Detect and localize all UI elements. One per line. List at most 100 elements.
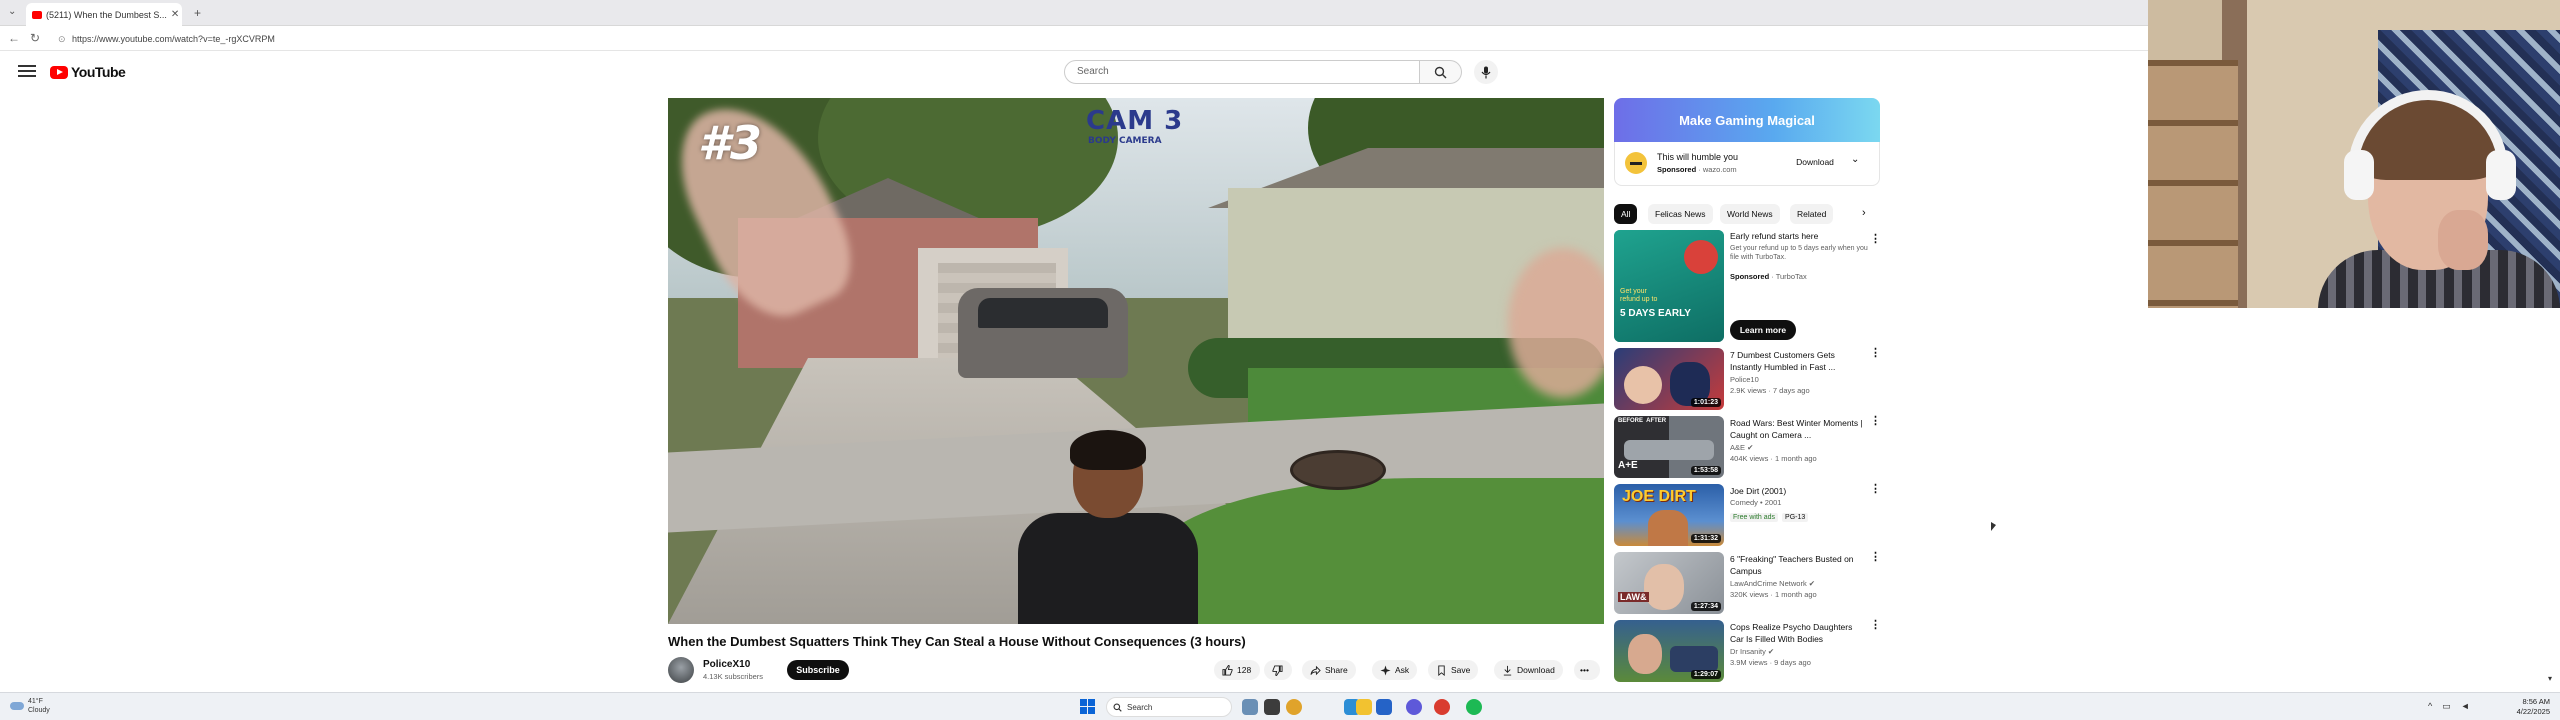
- url-field[interactable]: ⊙ https://www.youtube.com/watch?v=te_-rg…: [56, 31, 1256, 47]
- video-title[interactable]: Cops Realize Psycho Daughters Car Is Fil…: [1730, 621, 1868, 645]
- ad-banner[interactable]: Make Gaming Magical: [1614, 98, 1880, 142]
- like-button[interactable]: 128: [1214, 660, 1260, 680]
- ask-button[interactable]: Ask: [1372, 660, 1418, 680]
- ad-thumb-line2: refund up to: [1620, 296, 1658, 303]
- chrome-icon[interactable]: [1434, 699, 1450, 715]
- video-thumbnail[interactable]: LAW& 1:27:34: [1614, 552, 1724, 614]
- subscribe-button[interactable]: Subscribe: [787, 660, 849, 680]
- volume-icon[interactable]: ◄: [2461, 701, 2470, 712]
- share-button[interactable]: Share: [1302, 660, 1356, 680]
- channel-avatar[interactable]: [668, 657, 694, 683]
- ad-domain: · wazo.com: [1698, 165, 1737, 174]
- youtube-logo[interactable]: YouTube: [50, 64, 126, 80]
- save-button[interactable]: Save: [1428, 660, 1479, 680]
- clock[interactable]: 8:56 AM 4/22/2025: [2500, 697, 2550, 717]
- download-button[interactable]: Download: [1494, 660, 1563, 680]
- file-manager-icon[interactable]: [1264, 699, 1280, 715]
- weather-widget[interactable]: 41°F Cloudy: [10, 697, 50, 715]
- mouse-cursor-icon: [1991, 522, 1996, 531]
- list-item[interactable]: 1:01:23 7 Dumbest Customers Gets Instant…: [1614, 348, 1881, 412]
- chip-all[interactable]: All: [1614, 204, 1638, 224]
- video-thumbnail[interactable]: JOE DIRT 1:31:32: [1614, 484, 1724, 546]
- voice-search-button[interactable]: [1474, 60, 1498, 84]
- system-tray[interactable]: ^ ▭ ◄: [2428, 701, 2470, 712]
- ad-rec-sponsor-line: Sponsored · TurboTax: [1730, 272, 1807, 281]
- video-thumbnail[interactable]: 1:01:23: [1614, 348, 1724, 410]
- list-item[interactable]: JOE DIRT 1:31:32 Joe Dirt (2001) Comedy …: [1614, 484, 1881, 548]
- ad-thumbnail[interactable]: Get your refund up to 5 DAYS EARLY: [1614, 230, 1724, 342]
- ad-title[interactable]: This will humble you: [1657, 152, 1738, 162]
- video-thumbnail[interactable]: BEFORE AFTER A+E 1:53:58: [1614, 416, 1724, 478]
- save-label: Save: [1451, 665, 1471, 675]
- ad-rec-title[interactable]: Early refund starts here: [1730, 231, 1868, 241]
- more-options-icon[interactable]: ⋮: [1870, 348, 1881, 359]
- more-actions-button[interactable]: •••: [1574, 660, 1600, 680]
- video-title[interactable]: Joe Dirt (2001): [1730, 485, 1868, 497]
- tab-list-button[interactable]: ⌄: [8, 6, 16, 17]
- dislike-button[interactable]: [1264, 660, 1292, 680]
- calendar-icon[interactable]: [1376, 699, 1392, 715]
- youtube-play-icon: [50, 65, 68, 79]
- site-info-icon[interactable]: ⊙: [58, 31, 66, 47]
- download-icon: [1503, 665, 1512, 676]
- video-overlay-number: #3: [698, 116, 763, 170]
- weather-temp: 41°F: [28, 698, 43, 705]
- tab-close-icon[interactable]: ✕: [171, 9, 179, 20]
- channel-name[interactable]: LawAndCrime Network ✔: [1730, 579, 1815, 588]
- list-item[interactable]: 1:29:07 Cops Realize Psycho Daughters Ca…: [1614, 620, 1881, 684]
- channel-name[interactable]: A&E ✔: [1730, 443, 1753, 452]
- video-title[interactable]: 6 "Freaking" Teachers Busted on Campus: [1730, 553, 1868, 577]
- search-button[interactable]: [1420, 60, 1462, 84]
- more-options-icon[interactable]: ⋮: [1870, 484, 1881, 495]
- spotify-icon[interactable]: [1466, 699, 1482, 715]
- search-icon: [1434, 66, 1447, 78]
- sponsored-recommendation[interactable]: Get your refund up to 5 DAYS EARLY Early…: [1614, 230, 1881, 342]
- ad-rec-sponsored: Sponsored: [1730, 272, 1770, 281]
- download-label: Download: [1517, 665, 1555, 675]
- hamburger-menu-icon[interactable]: [18, 62, 36, 80]
- video-title[interactable]: 7 Dumbest Customers Gets Instantly Humbl…: [1730, 349, 1868, 373]
- channel-name[interactable]: PoliceX10: [703, 659, 750, 670]
- browser-tab-youtube[interactable]: (5211) When the Dumbest S... ✕: [26, 3, 182, 26]
- taskbar-search-label: Search: [1127, 702, 1153, 712]
- chevron-down-icon[interactable]: ⌄: [1851, 154, 1859, 165]
- taskbar-search[interactable]: Search: [1106, 697, 1232, 717]
- browser-tab-bar: ⌄ (5211) When the Dumbest S... ✕ +: [0, 0, 2148, 26]
- chat-icon[interactable]: [1406, 699, 1422, 715]
- more-options-icon[interactable]: ⋮: [1870, 416, 1881, 427]
- channel-name[interactable]: Dr Insanity ✔: [1730, 647, 1774, 656]
- learn-more-button[interactable]: Learn more: [1730, 320, 1796, 340]
- ad-download-button[interactable]: Download: [1787, 152, 1843, 172]
- video-duration: 1:53:58: [1690, 466, 1721, 475]
- list-item[interactable]: LAW& 1:27:34 6 "Freaking" Teachers Buste…: [1614, 552, 1881, 616]
- more-options-icon[interactable]: ⋮: [1870, 232, 1881, 245]
- network-icon[interactable]: ▭: [2442, 701, 2451, 712]
- firefox-icon[interactable]: [1286, 699, 1302, 715]
- new-tab-button[interactable]: +: [194, 6, 201, 20]
- list-item[interactable]: BEFORE AFTER A+E 1:53:58 Road Wars: Best…: [1614, 416, 1881, 480]
- more-options-icon[interactable]: ⋮: [1870, 620, 1881, 631]
- thumb-before-after: BEFORE AFTER: [1618, 418, 1667, 424]
- more-options-icon[interactable]: ⋮: [1870, 552, 1881, 563]
- task-view-icon[interactable]: [1242, 699, 1258, 715]
- scroll-down-arrow-icon[interactable]: ▾: [2548, 674, 2552, 683]
- chevron-up-icon[interactable]: ^: [2428, 701, 2432, 712]
- search-input[interactable]: Search: [1064, 60, 1420, 84]
- back-icon[interactable]: ←: [8, 31, 20, 45]
- chip-related[interactable]: Related: [1790, 204, 1834, 224]
- chip-world-news[interactable]: World News: [1720, 204, 1780, 224]
- refresh-icon[interactable]: ↻: [30, 31, 40, 45]
- chevron-right-icon[interactable]: ›: [1862, 207, 1866, 219]
- youtube-header: YouTube Search: [0, 52, 2148, 96]
- ad-thumb-big: 5 DAYS EARLY: [1620, 308, 1691, 319]
- video-thumbnail[interactable]: 1:29:07: [1614, 620, 1724, 682]
- rating-badge: PG-13: [1782, 513, 1809, 522]
- channel-name[interactable]: Police10: [1730, 375, 1759, 384]
- clock-date: 4/22/2025: [2516, 707, 2550, 716]
- chip-felicas-news[interactable]: Felicas News: [1648, 204, 1713, 224]
- video-meta: 404K views · 1 month ago: [1730, 454, 1817, 463]
- video-title[interactable]: Road Wars: Best Winter Moments | Caught …: [1730, 417, 1868, 441]
- video-player[interactable]: #3 CAM 3 BODY CAMERA: [668, 98, 1604, 624]
- folder-icon[interactable]: [1356, 699, 1372, 715]
- start-button-windows-icon[interactable]: [1080, 699, 1095, 714]
